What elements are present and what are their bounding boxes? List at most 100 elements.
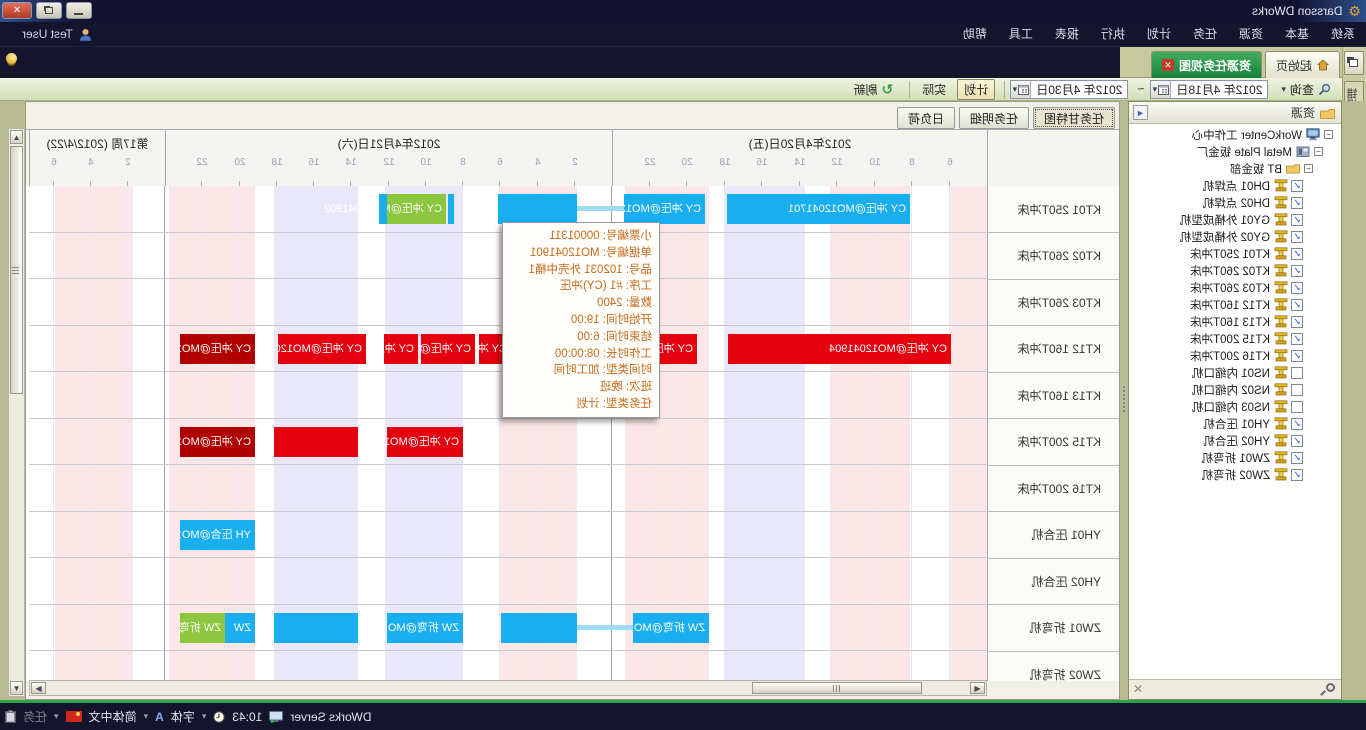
gantt-view-tab-2[interactable]: 任务明细 (959, 107, 1029, 129)
tab-start-page[interactable]: 起始页 (1265, 51, 1340, 78)
task-bar[interactable]: CY 冲压@MO1 (180, 334, 255, 364)
task-bar[interactable]: ZW 折弯@MO12041901 (387, 613, 463, 643)
tree-item-kt01[interactable]: ✓KT01 250T冲床 (1190, 245, 1341, 262)
tree-item-metal[interactable]: −Metal Plate 钣金厂 (1197, 143, 1341, 160)
calendar-icon[interactable]: ▾ (1151, 81, 1171, 98)
filter-search-icon[interactable] (1326, 683, 1335, 692)
tree-item-gy01[interactable]: ✓GY01 外桶成型机 (1180, 211, 1341, 228)
tree-checkbox-checked[interactable]: ✓ (1291, 435, 1303, 447)
tree-item-kt12[interactable]: ✓KT12 160T冲床 (1190, 296, 1341, 313)
query-button[interactable]: 查询▾ (1274, 79, 1338, 100)
task-bar[interactable]: CY 冲压@MO1 (180, 427, 255, 457)
collapse-panel-button[interactable]: ◄ (1133, 105, 1148, 120)
scroll-right-arrow-icon[interactable]: ▶ (31, 682, 46, 694)
language-dropdown-arrow-icon[interactable]: ▾ (54, 711, 59, 722)
font-dropdown-arrow-icon[interactable]: ▾ (144, 711, 149, 722)
task-bar[interactable]: CY 冲压@MO12041903 (387, 427, 463, 457)
tree-item-dh02[interactable]: ✓DH02 点焊机 (1203, 194, 1341, 211)
date-to-field[interactable]: 2012年 4月30日 ▾ (1010, 80, 1128, 99)
calendar-icon[interactable]: ▾ (1011, 81, 1031, 98)
scroll-up-arrow-icon[interactable]: ▲ (10, 130, 23, 144)
task-bar[interactable]: CY 冲压@MO12041701 (727, 194, 910, 224)
tree-item-ns03[interactable]: NS03 内缩口机 (1192, 398, 1341, 415)
tree-item-ns02[interactable]: NS02 内缩口机 (1192, 381, 1341, 398)
menu-item-9[interactable]: 帮助 (952, 22, 998, 47)
gantt-row-label[interactable]: KT03 260T冲床 (987, 279, 1119, 326)
gantt-view-tab-3[interactable]: 日负荷 (897, 107, 955, 129)
menu-item-2[interactable]: 基本 (1274, 22, 1320, 47)
tree-checkbox-checked[interactable]: ✓ (1291, 469, 1303, 481)
tree-checkbox-unchecked[interactable] (1291, 384, 1303, 396)
task-bar[interactable]: CY 冲压@MO12041902 (387, 194, 446, 224)
gantt-row-label[interactable]: ZW01 折弯机 (987, 605, 1119, 652)
menu-item-3[interactable]: 资源 (1228, 22, 1274, 47)
tree-expander-icon[interactable]: − (1304, 164, 1313, 173)
actual-toggle-button[interactable]: 实际 (915, 79, 953, 100)
menu-item-8[interactable]: 工具 (998, 22, 1044, 47)
tree-item-ns01[interactable]: NS01 内缩口机 (1192, 364, 1341, 381)
tree-checkbox-checked[interactable]: ✓ (1291, 197, 1303, 209)
tree-checkbox-checked[interactable]: ✓ (1291, 265, 1303, 277)
task-bar[interactable]: CY 冲压@MO12041904 (728, 334, 951, 364)
minimize-button[interactable] (66, 2, 92, 19)
task-bar[interactable] (448, 194, 454, 224)
menu-item-5[interactable]: 计划 (1136, 22, 1182, 47)
horizontal-scrollbar[interactable]: ◀ ▶ (29, 680, 987, 696)
tree-item-workcenter[interactable]: −WorkCenter 工作中心 (1192, 126, 1341, 143)
gantt-row-label[interactable]: KT12 160T冲床 (987, 326, 1119, 373)
tree-item-kt02[interactable]: ✓KT02 260T冲床 (1190, 262, 1341, 279)
gantt-row-label[interactable]: KT02 260T冲床 (987, 233, 1119, 280)
horizontal-scroll-thumb[interactable] (752, 682, 922, 694)
tree-checkbox-checked[interactable]: ✓ (1291, 316, 1303, 328)
tree-checkbox-checked[interactable]: ✓ (1291, 248, 1303, 260)
clear-filter-icon[interactable]: ✕ (1133, 682, 1143, 696)
tree-expander-icon[interactable]: − (1324, 130, 1333, 139)
tree-checkbox-unchecked[interactable] (1291, 367, 1303, 379)
tree-checkbox-checked[interactable]: ✓ (1291, 333, 1303, 345)
tree-checkbox-checked[interactable]: ✓ (1291, 231, 1303, 243)
gantt-row-label[interactable]: KT13 160T冲床 (987, 372, 1119, 419)
tree-item-kt15[interactable]: ✓KT15 200T冲床 (1190, 330, 1341, 347)
vertical-scrollbar[interactable]: ▲ ▼ (8, 128, 25, 697)
tree-checkbox-checked[interactable]: ✓ (1291, 214, 1303, 226)
task-bar[interactable] (274, 613, 358, 643)
menu-item-7[interactable]: 报表 (1044, 22, 1090, 47)
task-bar[interactable]: ZW 折弯@MO12041801 (633, 613, 709, 643)
tree-checkbox-checked[interactable]: ✓ (1291, 180, 1303, 192)
task-bar[interactable]: CY 冲压@MO12041904 (278, 334, 366, 364)
close-button[interactable]: ✕ (2, 2, 32, 19)
task-bar[interactable] (379, 194, 387, 224)
gantt-row-label[interactable]: ZW02 折弯机 (987, 651, 1119, 681)
gantt-row-label[interactable]: KT01 250T冲床 (987, 186, 1119, 233)
scroll-down-arrow-icon[interactable]: ▼ (10, 681, 23, 695)
tree-item-bt[interactable]: −BT 钣金部 (1230, 160, 1341, 177)
gantt-row-label[interactable]: YH01 压合机 (987, 512, 1119, 559)
refresh-button[interactable]: ↻ 刷新 (847, 79, 901, 100)
language-label[interactable]: 简体中文 (89, 708, 137, 725)
tree-item-yh01[interactable]: ✓YH01 压合机 (1204, 415, 1341, 432)
tree-checkbox-checked[interactable]: ✓ (1291, 299, 1303, 311)
close-tab-icon[interactable]: ✕ (1162, 59, 1174, 71)
tree-checkbox-checked[interactable]: ✓ (1291, 350, 1303, 362)
scroll-left-arrow-icon[interactable]: ◀ (970, 682, 985, 694)
tree-item-gy02[interactable]: ✓GY02 外桶成型机 (1180, 228, 1341, 245)
tree-item-yh02[interactable]: ✓YH02 压合机 (1204, 432, 1341, 449)
task-bar[interactable]: CY 冲压@MO12041904 (421, 334, 475, 364)
task-bar[interactable] (274, 427, 358, 457)
cascade-windows-button[interactable] (1344, 51, 1364, 75)
task-bar[interactable]: YH 压合@MO1 (180, 520, 255, 550)
tree-expander-icon[interactable]: − (1314, 147, 1323, 156)
menu-item-4[interactable]: 任务 (1182, 22, 1228, 47)
tree-checkbox-checked[interactable]: ✓ (1291, 418, 1303, 430)
plan-toggle-button[interactable]: 计划 (957, 79, 995, 100)
tree-item-zw01[interactable]: ✓ZW01 折弯机 (1202, 449, 1341, 466)
gantt-view-tab-1[interactable]: 任务甘特图 (1033, 107, 1115, 129)
tree-item-kt16[interactable]: ✓KT16 200T冲床 (1190, 347, 1341, 364)
task-label[interactable]: 任务 (23, 708, 47, 725)
menu-item-6[interactable]: 执行 (1090, 22, 1136, 47)
task-bar[interactable] (501, 613, 577, 643)
tree-item-kt03[interactable]: ✓KT03 260T冲床 (1190, 279, 1341, 296)
date-from-field[interactable]: 2012年 4月18日 ▾ (1150, 80, 1268, 99)
tree-item-dh01[interactable]: ✓DH01 点焊机 (1203, 177, 1341, 194)
task-bar[interactable]: ZW (225, 613, 255, 643)
